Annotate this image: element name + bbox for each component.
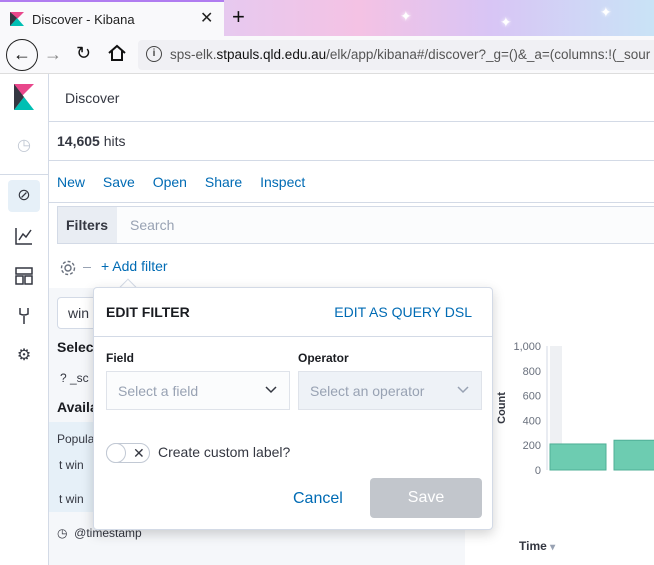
selected-fields-title: Selec <box>57 339 94 355</box>
y-tick-label: 400 <box>523 415 541 427</box>
field-list-item[interactable]: t win <box>59 458 84 472</box>
operator-label: Operator <box>298 351 349 365</box>
popular-fields-title: Popula <box>57 432 95 446</box>
sidebar-divider <box>0 174 49 175</box>
save-button[interactable]: Save <box>370 478 482 518</box>
sparkle-decoration: ✦ <box>600 4 612 20</box>
recent-clock-icon[interactable]: ◷ <box>14 136 34 156</box>
field-select[interactable]: Select a field <box>106 371 290 410</box>
menu-open[interactable]: Open <box>153 174 187 190</box>
page-header: Discover <box>49 74 654 122</box>
forward-arrow-icon[interactable]: → <box>44 44 62 65</box>
filter-settings-gear-icon[interactable] <box>59 259 77 277</box>
popover-title: EDIT FILTER <box>106 304 190 320</box>
y-tick-label: 600 <box>523 391 541 403</box>
kibana-nav-sidebar: ◷ ⊘ ⚙ <box>0 74 49 565</box>
y-tick-label: 0 <box>535 465 541 477</box>
histogram-bar <box>613 439 654 471</box>
site-info-icon[interactable]: i <box>146 46 162 62</box>
available-fields-title: Availa <box>57 399 98 415</box>
y-axis-label: Count <box>496 392 508 424</box>
divider <box>49 202 654 203</box>
page-title: Discover <box>65 90 120 106</box>
menu-share[interactable]: Share <box>205 174 242 190</box>
chevron-down-icon <box>457 386 469 394</box>
menu-save[interactable]: Save <box>103 174 135 190</box>
new-tab-icon[interactable]: + <box>232 4 245 30</box>
toggle-knob <box>106 443 126 463</box>
edit-as-query-dsl-link[interactable]: EDIT AS QUERY DSL <box>334 304 472 320</box>
histogram-bar <box>549 443 607 471</box>
hits-count: 14,605 hits <box>57 133 126 149</box>
edit-filter-popover: EDIT FILTER EDIT AS QUERY DSL Field Oper… <box>93 287 493 530</box>
tab-title: Discover - Kibana <box>32 12 135 27</box>
divider <box>49 160 654 161</box>
close-tab-icon[interactable]: ✕ <box>200 8 213 28</box>
url-text: sps-elk.stpauls.qld.edu.au/elk/app/kiban… <box>170 47 651 62</box>
browser-tab[interactable]: Discover - Kibana ✕ <box>0 0 224 36</box>
back-arrow-icon[interactable]: ← <box>6 39 38 71</box>
discover-compass-icon[interactable]: ⊘ <box>14 186 34 206</box>
dev-tools-wrench-icon[interactable] <box>14 306 34 326</box>
menu-new[interactable]: New <box>57 174 85 190</box>
time-column-header[interactable]: Time ▾ <box>519 539 555 553</box>
management-gear-icon[interactable]: ⚙ <box>14 346 34 366</box>
field-list-item[interactable]: t win <box>59 492 84 506</box>
sparkle-decoration: ✦ <box>400 8 412 24</box>
home-icon[interactable] <box>106 42 128 64</box>
custom-label-toggle[interactable]: ✕ <box>106 443 150 463</box>
search-input[interactable]: Search <box>130 217 174 233</box>
operator-select[interactable]: Select an operator <box>298 371 482 410</box>
browser-nav-bar: ← → ↻ i sps-elk.stpauls.qld.edu.au/elk/a… <box>0 36 654 74</box>
selected-field-item[interactable]: ? _sc <box>60 371 89 385</box>
chevron-down-icon <box>265 386 277 394</box>
y-tick-label: 200 <box>523 440 541 452</box>
custom-label-text: Create custom label? <box>158 444 291 460</box>
top-menu: New Save Open Share Inspect <box>57 174 319 190</box>
query-bar: Filters Search <box>57 206 654 244</box>
menu-inspect[interactable]: Inspect <box>260 174 305 190</box>
field-select-placeholder: Select a field <box>118 383 199 399</box>
operator-select-placeholder: Select an operator <box>310 383 425 399</box>
browser-tab-bar: ✦ ✦ ✦ Discover - Kibana ✕ + <box>0 0 654 36</box>
field-label: Field <box>106 351 135 365</box>
visualize-icon[interactable] <box>14 226 34 246</box>
divider <box>94 336 492 337</box>
dashboard-icon[interactable] <box>14 266 34 286</box>
y-tick-label: 800 <box>523 366 541 378</box>
divider <box>83 267 91 268</box>
close-icon: ✕ <box>133 445 145 461</box>
cancel-button[interactable]: Cancel <box>293 490 343 508</box>
add-filter-button[interactable]: + Add filter <box>101 258 168 274</box>
histogram-chart: 1,000 800 600 400 200 0 Count <box>496 341 654 477</box>
kibana-logo-icon[interactable] <box>14 84 34 110</box>
y-tick-label: 1,000 <box>513 341 541 353</box>
kibana-favicon-icon <box>10 12 24 26</box>
reload-icon[interactable]: ↻ <box>76 43 91 64</box>
url-bar[interactable]: i sps-elk.stpauls.qld.edu.au/elk/app/kib… <box>138 40 654 70</box>
filters-button[interactable]: Filters <box>58 207 117 243</box>
sparkle-decoration: ✦ <box>500 14 512 30</box>
sort-icon[interactable]: ▾ <box>550 542 555 553</box>
